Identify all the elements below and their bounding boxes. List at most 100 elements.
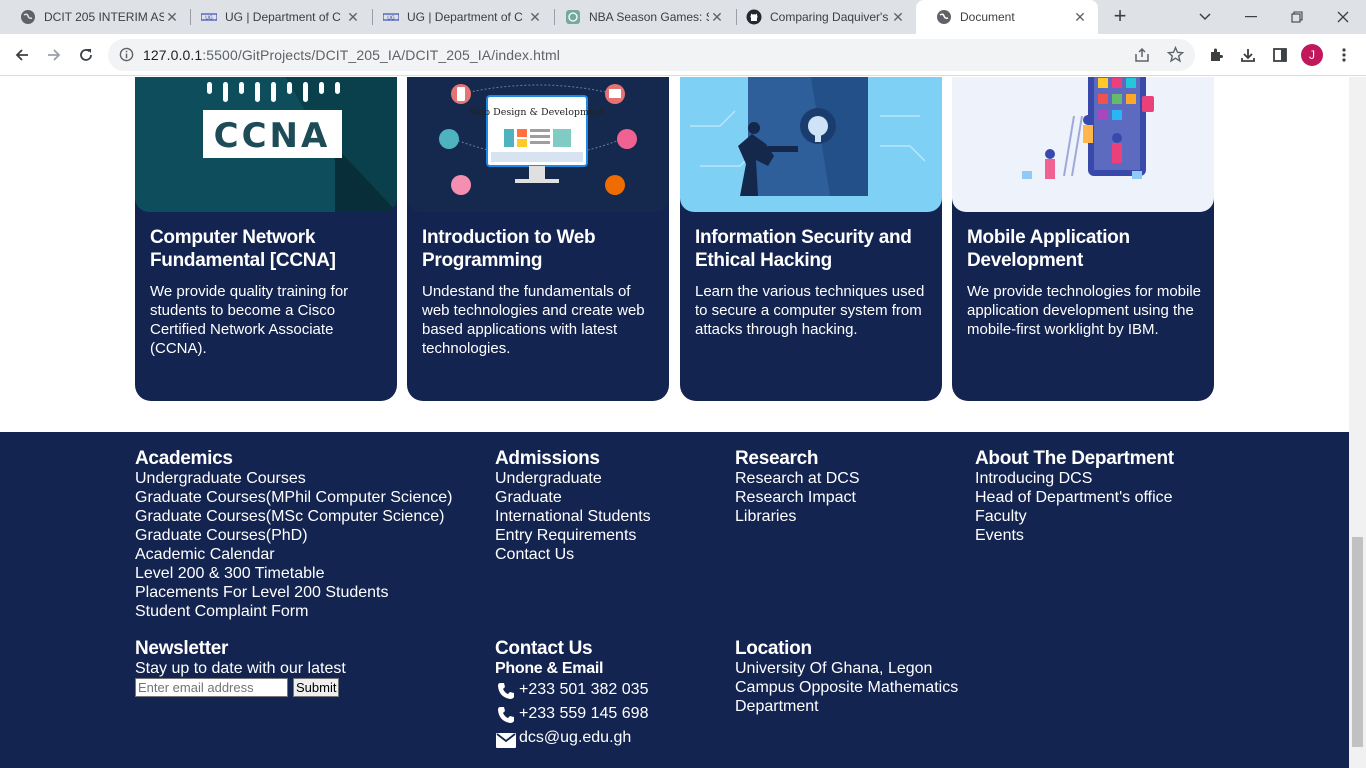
footer-heading: About The Department bbox=[975, 448, 1174, 469]
footer-link[interactable]: Research Impact bbox=[735, 488, 860, 507]
new-tab-button[interactable]: + bbox=[1108, 5, 1132, 29]
ug-logo-icon: UG bbox=[383, 9, 399, 25]
footer-newsletter: Newsletter Stay up to date with our late… bbox=[135, 638, 346, 697]
newsletter-email-input[interactable] bbox=[135, 678, 288, 697]
footer-link[interactable]: Libraries bbox=[735, 507, 860, 526]
footer-about: About The Department Introducing DCS Hea… bbox=[975, 448, 1174, 545]
forward-arrow-icon[interactable] bbox=[41, 42, 67, 68]
footer-heading: Research bbox=[735, 448, 819, 469]
footer-link[interactable]: Academic Calendar bbox=[135, 545, 452, 564]
web-design-image: Web Design & Development bbox=[407, 77, 669, 212]
footer-heading: Newsletter bbox=[135, 638, 229, 659]
back-arrow-icon[interactable] bbox=[9, 42, 35, 68]
page-scrollbar[interactable] bbox=[1349, 77, 1366, 768]
phone-icon bbox=[495, 679, 517, 701]
more-menu-icon[interactable] bbox=[1331, 42, 1357, 68]
close-icon[interactable]: ✕ bbox=[1072, 9, 1088, 25]
browser-tab[interactable]: Comparing Daquiver's ✕ bbox=[726, 0, 916, 34]
tab-title: Comparing Daquiver's bbox=[770, 10, 889, 24]
footer-link[interactable]: International Students bbox=[495, 507, 651, 526]
close-icon[interactable]: ✕ bbox=[527, 9, 543, 25]
footer-link[interactable]: Contact Us bbox=[495, 545, 651, 564]
location-line: University Of Ghana, Legon bbox=[735, 660, 933, 677]
footer-link[interactable]: Undergraduate Courses bbox=[135, 469, 452, 488]
footer-link[interactable]: Level 200 & 300 Timetable bbox=[135, 564, 452, 583]
footer-link[interactable]: Undergraduate bbox=[495, 469, 651, 488]
web-design-label: Web Design & Development bbox=[469, 107, 604, 118]
footer-link[interactable]: Introducing DCS bbox=[975, 469, 1174, 488]
footer-admissions: Admissions Undergraduate Graduate Intern… bbox=[495, 448, 651, 564]
footer-link[interactable]: Graduate Courses(MSc Computer Science) bbox=[135, 507, 452, 526]
location-line: Campus Opposite Mathematics bbox=[735, 679, 959, 696]
card-title: Mobile Application Development bbox=[967, 227, 1130, 271]
side-panel-icon[interactable] bbox=[1267, 42, 1293, 68]
ccna-image: CCNA bbox=[135, 77, 397, 212]
footer-location: Location University Of Ghana, Legon Camp… bbox=[735, 638, 958, 716]
footer-link[interactable]: Entry Requirements bbox=[495, 526, 651, 545]
extensions-icon[interactable] bbox=[1203, 42, 1229, 68]
download-icon[interactable] bbox=[1235, 42, 1261, 68]
github-icon bbox=[746, 9, 762, 25]
newsletter-submit-button[interactable]: Submit bbox=[293, 678, 340, 697]
card-description: We provide technologies for mobile appli… bbox=[967, 283, 1202, 338]
footer-link[interactable]: Research at DCS bbox=[735, 469, 860, 488]
footer-heading: Academics bbox=[135, 448, 233, 469]
browser-tab[interactable]: UG UG | Department of C ✕ bbox=[363, 0, 553, 34]
browser-tab-active[interactable]: Document ✕ bbox=[916, 0, 1098, 34]
url-text: 127.0.0.1:5500/GitProjects/DCIT_205_IA/D… bbox=[143, 47, 560, 63]
footer-link[interactable]: Faculty bbox=[975, 507, 1174, 526]
footer-link[interactable]: Graduate bbox=[495, 488, 651, 507]
avatar: J bbox=[1301, 44, 1323, 66]
close-window-icon[interactable] bbox=[1320, 0, 1366, 34]
footer-subheading: Phone & Email bbox=[495, 660, 604, 677]
close-icon[interactable]: ✕ bbox=[345, 9, 361, 25]
address-bar[interactable]: 127.0.0.1:5500/GitProjects/DCIT_205_IA/D… bbox=[108, 39, 1195, 71]
course-card[interactable]: Web Design & Development Introduction to… bbox=[407, 77, 669, 401]
phone-number[interactable]: +233 501 382 035 bbox=[519, 678, 648, 702]
chatgpt-icon bbox=[565, 9, 581, 25]
footer-link[interactable]: Graduate Courses(MPhil Computer Science) bbox=[135, 488, 452, 507]
browser-tab[interactable]: UG UG | Department of C ✕ bbox=[181, 0, 371, 34]
minimize-icon[interactable] bbox=[1228, 0, 1274, 34]
footer-heading: Location bbox=[735, 638, 812, 659]
tab-search-icon[interactable] bbox=[1182, 0, 1228, 34]
footer-link[interactable]: Placements For Level 200 Students bbox=[135, 583, 452, 602]
svg-text:UG: UG bbox=[205, 16, 213, 22]
footer-link[interactable]: Student Complaint Form bbox=[135, 602, 452, 621]
bookmark-star-icon[interactable] bbox=[1166, 45, 1185, 68]
contact-phone-row: +233 559 145 698 bbox=[495, 702, 648, 726]
profile-avatar[interactable]: J bbox=[1299, 42, 1325, 68]
ccna-logo-text: CCNA bbox=[214, 116, 331, 156]
card-description: Undestand the fundamentals of web techno… bbox=[422, 283, 645, 357]
share-icon[interactable] bbox=[1134, 47, 1150, 68]
course-card[interactable]: Mobile Application Development We provid… bbox=[952, 77, 1214, 401]
browser-tab-strip: DCIT 205 INTERIM AS ✕ UG UG | Department… bbox=[0, 0, 1366, 34]
course-card[interactable]: CCNA Computer Network Fundamental [CCNA]… bbox=[135, 77, 397, 401]
tab-title: DCIT 205 INTERIM AS bbox=[44, 10, 164, 24]
globe-icon bbox=[20, 9, 36, 25]
email-address[interactable]: dcs@ug.edu.gh bbox=[519, 726, 631, 750]
phone-number[interactable]: +233 559 145 698 bbox=[519, 702, 648, 726]
course-card[interactable]: Information Security and Ethical Hacking… bbox=[680, 77, 942, 401]
footer-link[interactable]: Events bbox=[975, 526, 1174, 545]
close-icon[interactable]: ✕ bbox=[709, 9, 725, 25]
footer-link[interactable]: Head of Department's office bbox=[975, 488, 1174, 507]
mail-icon bbox=[495, 727, 517, 749]
restore-icon[interactable] bbox=[1274, 0, 1320, 34]
close-icon[interactable]: ✕ bbox=[164, 9, 180, 25]
url-path: :5500/GitProjects/DCIT_205_IA/DCIT_205_I… bbox=[202, 47, 560, 63]
page-viewport: CCNA Computer Network Fundamental [CCNA]… bbox=[0, 77, 1349, 768]
tab-title: UG | Department of C bbox=[225, 10, 341, 24]
mobile-app-image bbox=[952, 77, 1214, 212]
info-icon[interactable] bbox=[119, 47, 134, 67]
card-title: Introduction to Web Programming bbox=[422, 227, 596, 271]
footer-link[interactable]: Graduate Courses(PhD) bbox=[135, 526, 452, 545]
footer-heading: Admissions bbox=[495, 448, 600, 469]
close-icon[interactable]: ✕ bbox=[890, 9, 906, 25]
reload-icon[interactable] bbox=[73, 42, 99, 68]
tab-title: UG | Department of C bbox=[407, 10, 523, 24]
browser-tab[interactable]: DCIT 205 INTERIM AS ✕ bbox=[0, 0, 190, 34]
scrollbar-thumb[interactable] bbox=[1352, 537, 1363, 747]
browser-tab[interactable]: NBA Season Games: S ✕ bbox=[545, 0, 735, 34]
tab-title: NBA Season Games: S bbox=[589, 10, 709, 24]
